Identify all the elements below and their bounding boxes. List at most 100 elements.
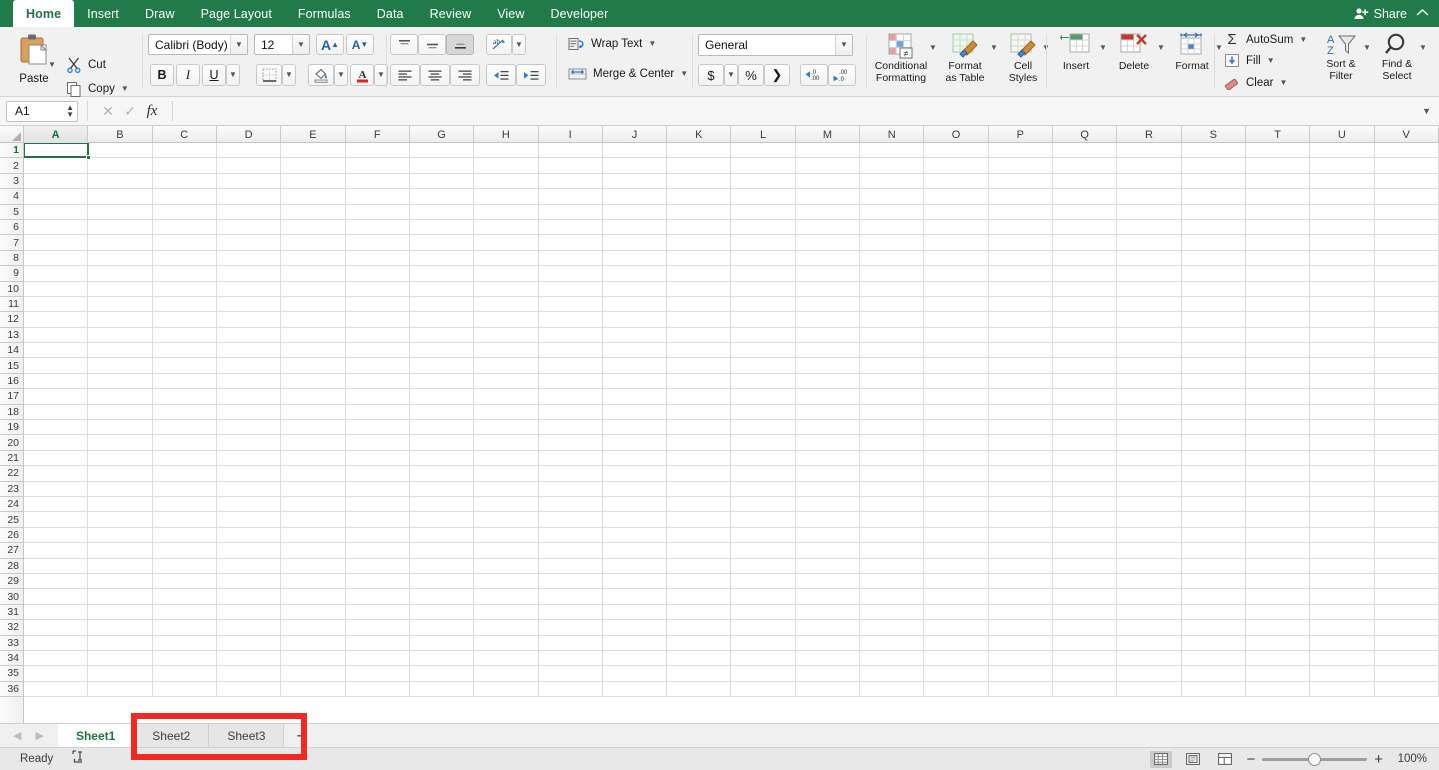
cell-E33[interactable] (281, 635, 346, 651)
zoom-out-button[interactable]: − (1246, 752, 1255, 767)
cell-B19[interactable] (88, 420, 153, 436)
cell-A4[interactable] (24, 189, 89, 205)
cell-O11[interactable] (924, 296, 989, 313)
cell-I15[interactable] (538, 358, 603, 374)
cell-F22[interactable] (345, 466, 410, 482)
cell-F34[interactable] (345, 650, 410, 667)
cell-A21[interactable] (24, 450, 89, 467)
cell-O1[interactable] (924, 143, 989, 159)
cell-R21[interactable] (1117, 450, 1182, 467)
cell-N30[interactable] (860, 589, 925, 605)
fill-color-button[interactable] (308, 64, 334, 86)
cell-B26[interactable] (88, 527, 153, 544)
cell-M20[interactable] (795, 435, 861, 451)
cell-Q17[interactable] (1053, 389, 1118, 405)
cell-K25[interactable] (667, 512, 732, 528)
cell-B33[interactable] (88, 635, 153, 651)
cell-E5[interactable] (281, 204, 346, 220)
row-header-26[interactable]: 26 (0, 528, 23, 544)
cell-F35[interactable] (345, 666, 410, 682)
cell-R35[interactable] (1117, 666, 1182, 682)
cell-P15[interactable] (988, 358, 1053, 374)
cell-M10[interactable] (795, 281, 861, 297)
cell-F17[interactable] (345, 389, 410, 405)
cell-V15[interactable] (1374, 358, 1439, 374)
nav-next-icon[interactable]: ▶ (35, 729, 43, 742)
cell-C23[interactable] (152, 481, 217, 497)
cell-K36[interactable] (667, 681, 732, 698)
cell-P23[interactable] (988, 481, 1053, 497)
confirm-check-icon[interactable]: ✓ (119, 103, 141, 120)
cell-K20[interactable] (667, 435, 732, 451)
cell-C8[interactable] (152, 250, 217, 267)
cell-A3[interactable] (24, 173, 89, 190)
cell-U15[interactable] (1310, 358, 1375, 374)
cell-N1[interactable] (860, 143, 925, 159)
cell-U4[interactable] (1310, 189, 1375, 205)
row-header-27[interactable]: 27 (0, 543, 23, 559)
cell-F26[interactable] (345, 527, 410, 544)
cell-K28[interactable] (667, 558, 732, 574)
cell-D30[interactable] (216, 589, 282, 605)
cell-B22[interactable] (88, 466, 153, 482)
orientation-dropdown-arrow[interactable]: ▼ (512, 34, 526, 55)
cell-C30[interactable] (152, 589, 217, 605)
cell-F7[interactable] (345, 235, 410, 251)
row-header-17[interactable]: 17 (0, 389, 23, 405)
cell-D28[interactable] (216, 558, 282, 574)
cell-T1[interactable] (1245, 143, 1311, 159)
cell-D24[interactable] (216, 496, 282, 513)
insert-cells-dropdown-arrow[interactable]: ▼ (1099, 44, 1107, 52)
cell-A22[interactable] (24, 466, 89, 482)
cell-P7[interactable] (988, 235, 1053, 251)
cell-N33[interactable] (860, 635, 925, 651)
cell-T4[interactable] (1245, 189, 1311, 205)
cell-E35[interactable] (281, 666, 346, 682)
cell-T19[interactable] (1245, 420, 1311, 436)
cell-V20[interactable] (1374, 435, 1439, 451)
cell-I7[interactable] (538, 235, 603, 251)
cell-T22[interactable] (1245, 466, 1311, 482)
cell-K4[interactable] (667, 189, 732, 205)
underline-button[interactable]: U (202, 64, 226, 86)
cell-R11[interactable] (1117, 296, 1182, 313)
cell-N31[interactable] (860, 604, 925, 621)
cell-V7[interactable] (1374, 235, 1439, 251)
cell-G14[interactable] (409, 343, 475, 359)
cell-R3[interactable] (1117, 173, 1182, 190)
cut-button[interactable]: Cut (66, 57, 106, 73)
cell-V14[interactable] (1374, 343, 1439, 359)
cell-V31[interactable] (1374, 604, 1439, 621)
cell-I18[interactable] (538, 404, 603, 421)
cell-R34[interactable] (1117, 650, 1182, 667)
cell-O32[interactable] (924, 620, 989, 636)
column-header-Q[interactable]: Q (1053, 126, 1118, 143)
fill-handle[interactable] (86, 155, 91, 161)
cell-T3[interactable] (1245, 173, 1311, 190)
cell-F16[interactable] (345, 373, 410, 390)
cell-P12[interactable] (988, 312, 1053, 328)
cell-V35[interactable] (1374, 666, 1439, 682)
cell-F27[interactable] (345, 543, 410, 559)
cell-V22[interactable] (1374, 466, 1439, 482)
cell-U17[interactable] (1310, 389, 1375, 405)
cell-O30[interactable] (924, 589, 989, 605)
cell-S34[interactable] (1181, 650, 1246, 667)
cell-N13[interactable] (860, 327, 925, 344)
column-header-P[interactable]: P (989, 126, 1053, 143)
cell-B36[interactable] (88, 681, 153, 698)
cell-M24[interactable] (795, 496, 861, 513)
cell-D35[interactable] (216, 666, 282, 682)
cell-L23[interactable] (731, 481, 796, 497)
cell-G25[interactable] (409, 512, 475, 528)
zoom-slider[interactable]: − + (1246, 752, 1383, 767)
cell-F13[interactable] (345, 327, 410, 344)
cell-F5[interactable] (345, 204, 410, 220)
cell-O17[interactable] (924, 389, 989, 405)
column-header-R[interactable]: R (1117, 126, 1182, 143)
row-header-13[interactable]: 13 (0, 328, 23, 344)
cell-P18[interactable] (988, 404, 1053, 421)
cell-P5[interactable] (988, 204, 1053, 220)
cell-T25[interactable] (1245, 512, 1311, 528)
cell-P20[interactable] (988, 435, 1053, 451)
